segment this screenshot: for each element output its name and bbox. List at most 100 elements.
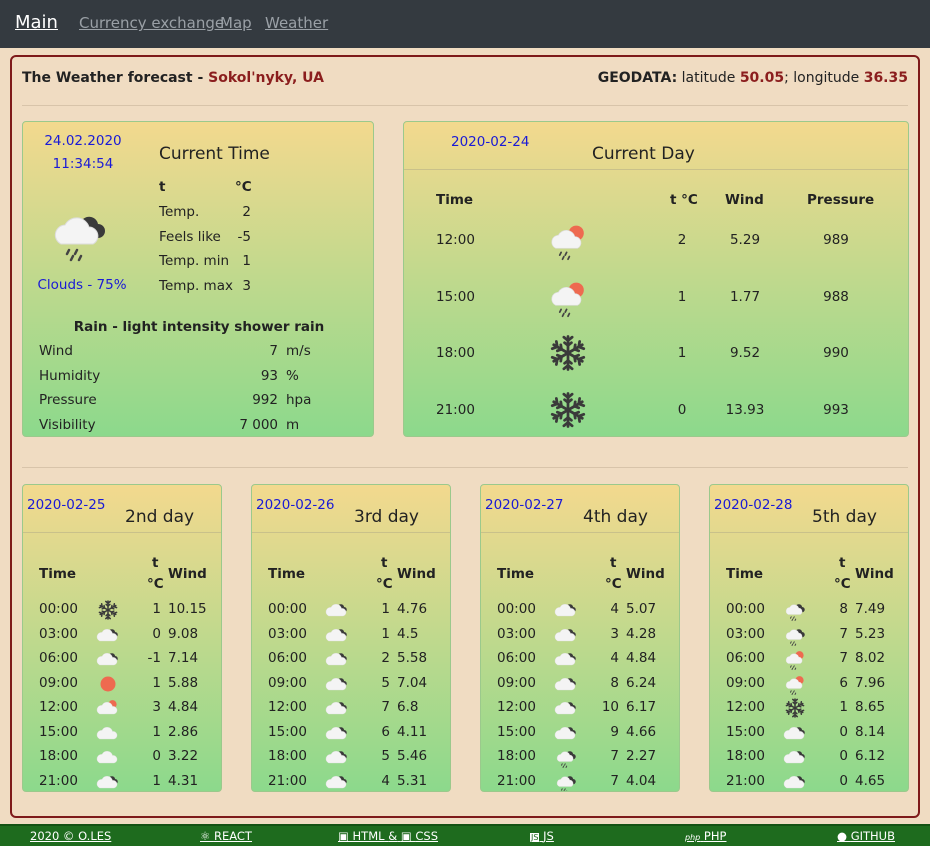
nav-main-link[interactable]: Main — [15, 12, 58, 33]
weather-panel: The Weather forecast - Sokol'nyky, UA GE… — [10, 55, 920, 818]
current-date: 24.02.2020 — [44, 133, 122, 149]
react-label: REACT — [213, 829, 252, 843]
sun-rain-icon — [785, 675, 804, 695]
today-row: 12:00 2 5.29 989 — [404, 212, 908, 268]
day-row-wind: 9.08 — [168, 625, 199, 642]
detail-value: 93 — [260, 367, 278, 384]
snowflake-icon — [550, 391, 586, 428]
clouds-icon — [96, 770, 120, 792]
rain-cloud-icon — [785, 628, 805, 646]
day-row-time: 15:00 — [268, 723, 307, 740]
day-row-temp: 0 — [152, 625, 161, 642]
snowflake-icon — [546, 388, 590, 436]
clouds-icon — [325, 677, 347, 690]
day-row-wind: 7.14 — [168, 650, 199, 666]
day-wind-head: Wind — [168, 566, 207, 582]
day-row-time: 18:00 — [726, 748, 765, 764]
day-row-time: 12:00 — [268, 699, 307, 715]
detail-unit: m/s — [286, 343, 311, 359]
footer-html-css-link[interactable]: ▣ HTML & ▣ CSS — [338, 829, 438, 843]
day-row-wind: 4.76 — [397, 601, 428, 617]
day-c-head: °C — [376, 576, 393, 592]
rain-cloud-icon — [785, 604, 805, 621]
nav-currency-link[interactable]: Currency exchange — [79, 14, 224, 32]
temp-row-value: 1 — [242, 253, 251, 269]
sun-rain-icon — [785, 651, 804, 670]
day-row-temp: 4 — [381, 772, 390, 789]
day-row-temp: 3 — [610, 625, 619, 642]
detail-value: 7 000 — [239, 416, 278, 433]
footer-github-link[interactable]: ● GITHUB — [837, 829, 895, 843]
day-row-time: 09:00 — [268, 674, 307, 691]
day-row-wind: 8.65 — [855, 699, 886, 715]
day-row-temp: 6 — [381, 723, 390, 740]
day-row-wind: 7.96 — [855, 674, 886, 691]
forecast-day-card: 2020-02-28 5th day Time t °C Wind 00:00 8 7.49 03… — [709, 484, 909, 792]
css-label: CSS — [415, 829, 438, 843]
col-t-head: t — [159, 179, 166, 195]
nav-weather-link[interactable]: Weather — [265, 14, 328, 32]
geodata: GEODATA: latitude 50.05; longitude 36.35 — [598, 70, 908, 86]
day-time-head: Time — [39, 566, 77, 582]
php-label: PHP — [703, 829, 727, 843]
day-row-wind: 7.04 — [397, 674, 428, 691]
clouds-icon — [325, 726, 347, 739]
footer-copyright-link[interactable]: 2020 © O.LES — [30, 829, 111, 843]
detail-value: 992 — [252, 392, 278, 408]
day-row-time: 12:00 — [497, 699, 536, 715]
clouds-icon — [325, 702, 347, 715]
nav-map-link[interactable]: Map — [220, 14, 252, 32]
today-time: 12:00 — [436, 232, 475, 248]
temp-row-label: Feels like — [159, 228, 221, 245]
temp-row-value: -5 — [237, 228, 251, 245]
day-row-wind: 6.12 — [855, 748, 886, 764]
footer-js-link[interactable]: JS JS — [530, 829, 554, 843]
current-clock: 11:34:54 — [52, 156, 114, 172]
clouds-icon — [96, 653, 118, 666]
day-row-wind: 4.65 — [855, 772, 886, 789]
day-row-temp: 0 — [839, 748, 848, 764]
title-text: The Weather forecast — [22, 70, 193, 86]
clouds-icon — [554, 726, 576, 739]
footer-react-link[interactable]: ⚛ REACT — [200, 829, 252, 843]
day-date: 2020-02-26 — [256, 497, 335, 513]
detail-label: Pressure — [39, 392, 97, 408]
today-pressure: 988 — [823, 288, 849, 305]
day-row-wind: 8.14 — [855, 723, 886, 740]
divider — [22, 467, 908, 468]
day-c-head: °C — [147, 576, 164, 592]
day-row-temp: 2 — [381, 650, 390, 666]
today-time: 15:00 — [436, 288, 475, 305]
today-wind: 5.29 — [729, 232, 761, 248]
clouds-icon — [783, 751, 805, 764]
day-time-head: Time — [726, 566, 764, 582]
js-label: JS — [543, 829, 554, 843]
temp-row-value: 3 — [242, 277, 251, 294]
day-row-wind: 6.24 — [626, 674, 657, 691]
today-pressure: 993 — [823, 401, 849, 418]
day-row-time: 15:00 — [726, 723, 765, 740]
day-row-time: 21:00 — [497, 772, 536, 789]
day-row-wind: 4.31 — [168, 772, 199, 789]
day-t-head: t — [839, 555, 846, 571]
today-t-head: t °C — [670, 192, 698, 208]
footer-php-link[interactable]: php PHP — [685, 829, 726, 843]
day-row-temp: 1 — [152, 772, 161, 789]
day-row-temp: 1 — [381, 601, 390, 617]
rain-cloud-icon — [47, 200, 111, 268]
city-name: Sokol'nyky, UA — [208, 70, 324, 86]
day-row-temp: 1 — [152, 674, 161, 691]
day-row-time: 09:00 — [726, 674, 765, 691]
day-row-time: 15:00 — [39, 723, 78, 740]
detail-unit: hpa — [286, 392, 312, 408]
day-row-wind: 4.84 — [168, 699, 199, 715]
rain-cloud-icon — [54, 216, 105, 262]
day-row-wind: 3.22 — [168, 748, 199, 764]
today-time: 21:00 — [436, 401, 475, 418]
day-row-time: 06:00 — [497, 650, 536, 666]
today-row: 15:00 1 1.77 988 — [404, 269, 908, 325]
today-pressure: 990 — [823, 345, 849, 361]
day-row-wind: 5.31 — [397, 772, 428, 789]
day-date: 2020-02-25 — [27, 497, 106, 513]
today-temp: 1 — [677, 345, 687, 361]
